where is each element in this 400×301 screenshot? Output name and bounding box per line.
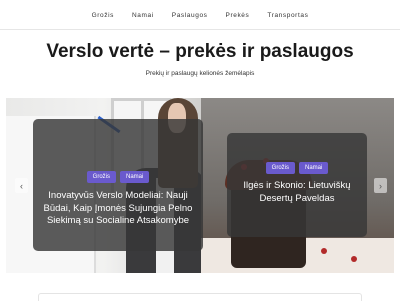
- nav-item-grozis[interactable]: Grožis: [83, 12, 123, 19]
- tag-namai[interactable]: Namai: [299, 162, 329, 174]
- chevron-right-icon: ›: [379, 180, 382, 191]
- tag-grozis[interactable]: Grožis: [265, 162, 295, 174]
- top-navigation: Grožis Namai Paslaugos Prekės Transporta…: [0, 0, 400, 30]
- tag-grozis[interactable]: Grožis: [86, 171, 116, 183]
- nav-item-paslaugos[interactable]: Paslaugos: [163, 12, 217, 19]
- post-tags: Grožis Namai: [227, 162, 367, 174]
- nav-item-transportas[interactable]: Transportas: [258, 12, 317, 19]
- post-title-link[interactable]: Ilgės ir Skonio: Lietuviškų Desertų Pave…: [233, 180, 361, 205]
- slider-prev-button[interactable]: ‹: [15, 178, 28, 193]
- berry-graphic: [321, 248, 327, 254]
- nav-item-namai[interactable]: Namai: [123, 12, 163, 19]
- post-tags: Grožis Namai: [33, 171, 203, 183]
- post-title-link[interactable]: Inovatyvūs Verslo Modeliai: Nauji Būdai,…: [39, 190, 197, 228]
- post-card: Grožis Namai Inovatyvūs Verslo Modeliai:…: [33, 119, 203, 251]
- post-card: Grožis Namai Ilgės ir Skonio: Lietuviškų…: [227, 133, 367, 237]
- nav-item-prekes[interactable]: Prekės: [217, 12, 259, 19]
- berry-graphic: [351, 256, 357, 262]
- chevron-left-icon: ‹: [20, 180, 23, 191]
- nav-menu: Grožis Namai Paslaugos Prekės Transporta…: [0, 0, 400, 30]
- site-tagline: Prekių ir paslaugų kelionės žemėlapis: [145, 70, 255, 77]
- tag-namai[interactable]: Namai: [120, 171, 150, 183]
- slider-next-button[interactable]: ›: [374, 178, 387, 193]
- featured-slider: Grožis Namai Inovatyvūs Verslo Modeliai:…: [6, 98, 394, 273]
- site-title[interactable]: Verslo vertė – prekės ir paslaugos: [0, 41, 400, 63]
